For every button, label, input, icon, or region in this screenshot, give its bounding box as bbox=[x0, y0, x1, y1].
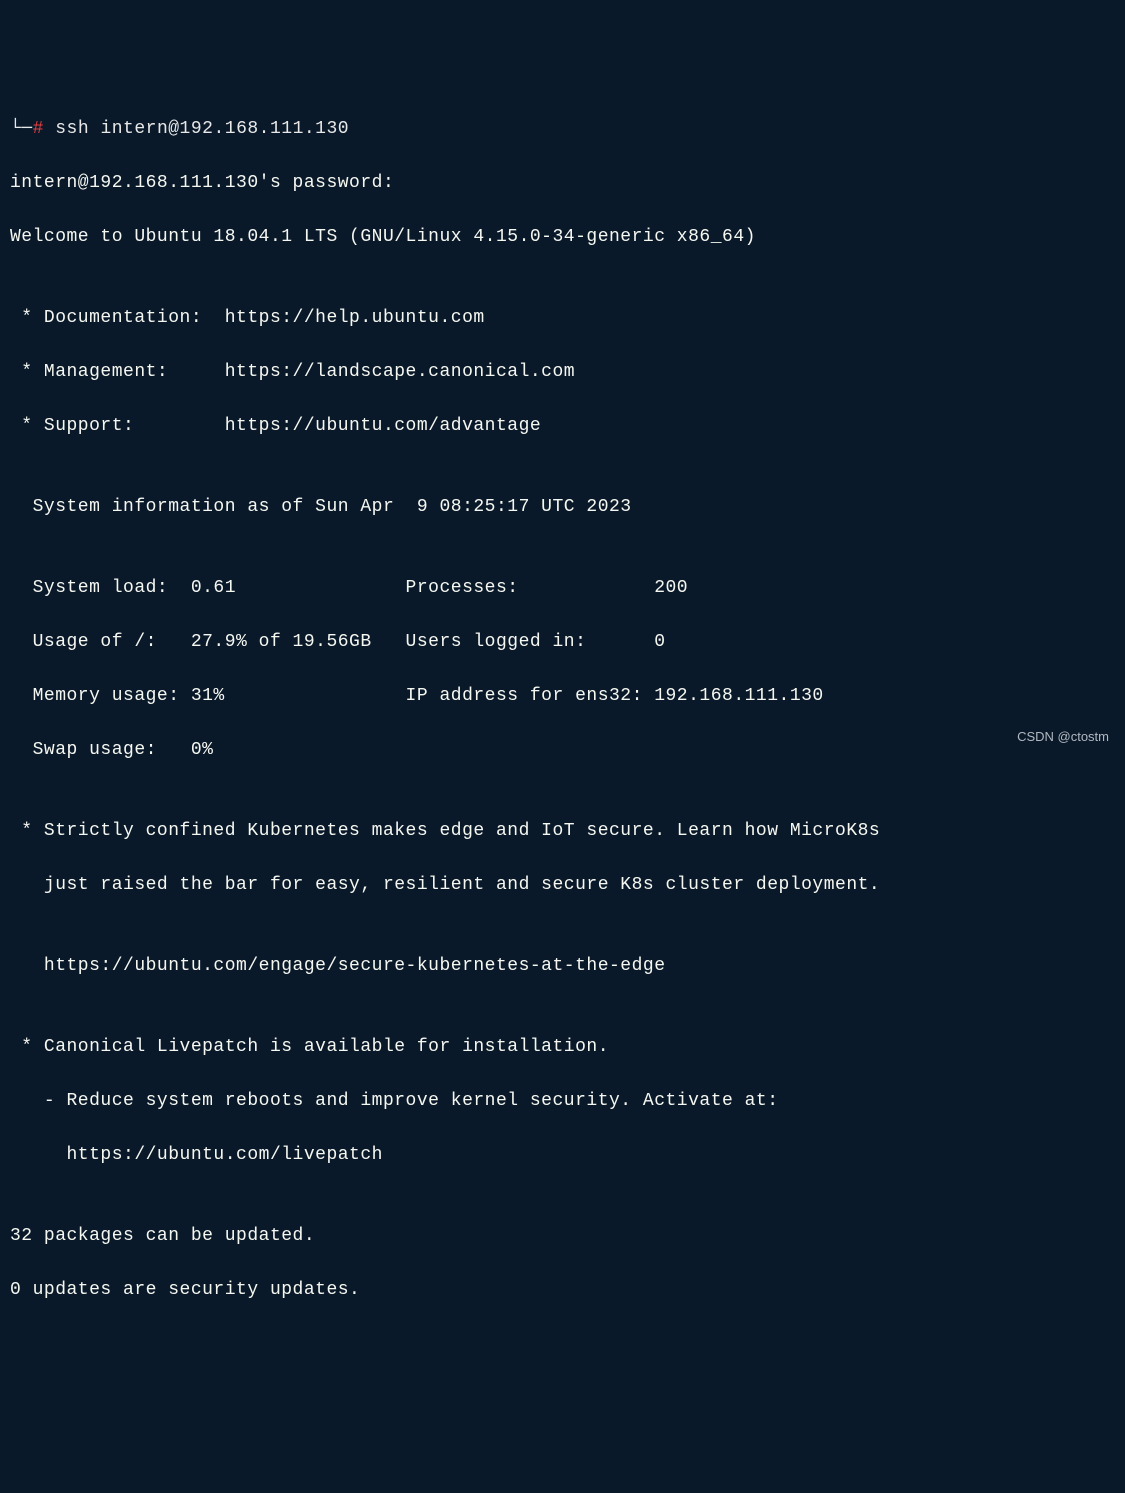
k8s-url-line: https://ubuntu.com/engage/secure-kuberne… bbox=[10, 953, 1115, 980]
livepatch-line-2: - Reduce system reboots and improve kern… bbox=[10, 1088, 1115, 1115]
watermark: CSDN @ctostm bbox=[1017, 727, 1109, 747]
memory-usage-line: Memory usage: 31% IP address for ens32: … bbox=[10, 683, 1115, 710]
prompt-hash: # bbox=[33, 119, 44, 139]
sysinfo-header: System information as of Sun Apr 9 08:25… bbox=[10, 494, 1115, 521]
system-load-line: System load: 0.61 Processes: 200 bbox=[10, 575, 1115, 602]
prompt-line[interactable]: └─# ssh intern@192.168.111.130 bbox=[10, 116, 1115, 143]
ssh-command: ssh intern@192.168.111.130 bbox=[55, 119, 349, 139]
livepatch-url-line: https://ubuntu.com/livepatch bbox=[10, 1142, 1115, 1169]
welcome-line: Welcome to Ubuntu 18.04.1 LTS (GNU/Linux… bbox=[10, 224, 1115, 251]
updates-line-1: 32 packages can be updated. bbox=[10, 1223, 1115, 1250]
k8s-line-2: just raised the bar for easy, resilient … bbox=[10, 872, 1115, 899]
livepatch-line-1: * Canonical Livepatch is available for i… bbox=[10, 1034, 1115, 1061]
updates-line-2: 0 updates are security updates. bbox=[10, 1277, 1115, 1304]
swap-usage-line: Swap usage: 0% bbox=[10, 737, 1115, 764]
support-line: * Support: https://ubuntu.com/advantage bbox=[10, 413, 1115, 440]
documentation-line: * Documentation: https://help.ubuntu.com bbox=[10, 305, 1115, 332]
management-line: * Management: https://landscape.canonica… bbox=[10, 359, 1115, 386]
disk-usage-line: Usage of /: 27.9% of 19.56GB Users logge… bbox=[10, 629, 1115, 656]
password-prompt[interactable]: intern@192.168.111.130's password: bbox=[10, 170, 1115, 197]
prompt-bracket: └─ bbox=[10, 119, 33, 139]
k8s-line-1: * Strictly confined Kubernetes makes edg… bbox=[10, 818, 1115, 845]
